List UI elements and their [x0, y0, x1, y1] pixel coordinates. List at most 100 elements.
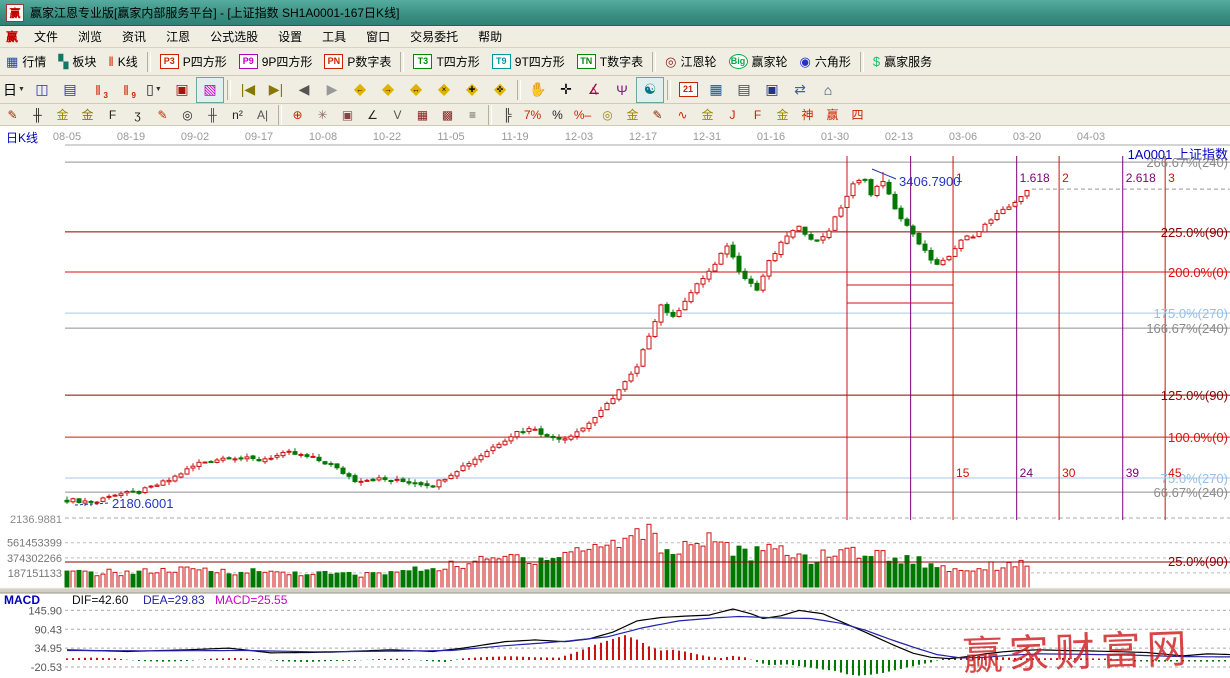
t-number-table-button[interactable]: TNT数字表 [571, 50, 649, 74]
gann-count-label: 30 [1062, 466, 1076, 480]
spiral-tool[interactable]: ʒ [125, 105, 150, 125]
gold-angle-tool[interactable]: 金 [695, 105, 720, 125]
single-candle-button[interactable]: ▯▼ [140, 77, 168, 103]
trend-angle-tool[interactable]: ∠ [360, 105, 385, 125]
parallel-lines-tool[interactable]: ≡ [460, 105, 485, 125]
gann-diamond-left-button[interactable]: ◆← [346, 77, 374, 103]
si-slant-tool[interactable]: 四 [845, 105, 870, 125]
info-board-button[interactable]: ▤ [56, 77, 84, 103]
notebook-button[interactable]: ▤ [730, 77, 758, 103]
ying-slant-tool[interactable]: 赢 [820, 105, 845, 125]
volume-bar [605, 545, 609, 588]
ninet-square-button[interactable]: T99T四方形 [486, 50, 571, 74]
column-scale-tool[interactable]: ╠ [495, 105, 520, 125]
color-chart-button[interactable]: ▧ [196, 77, 224, 103]
volume-axis-label: 374302266 [7, 553, 62, 565]
gann-diamond-horizontal-button[interactable]: ◆↔ [402, 77, 430, 103]
gold-circle-tool[interactable]: ◎ [595, 105, 620, 125]
gann-shape-tool-button[interactable]: Ψ [608, 77, 636, 103]
bars-9-button[interactable]: ‖9 [112, 77, 140, 103]
wave-tool[interactable]: ∿ [670, 105, 695, 125]
volume-bar [947, 572, 951, 588]
kline-period-button[interactable]: 日▼ [0, 77, 28, 103]
volume-bar [119, 576, 123, 588]
p-number-table-button[interactable]: PNP数字表 [318, 50, 397, 74]
gann-box-button[interactable]: ▣ [168, 77, 196, 103]
ink-marker-tool[interactable]: ✎ [645, 105, 670, 125]
title-bar[interactable]: 赢 赢家江恩专业版[赢家内部服务平台] - [上证指数 SH1A0001-167… [0, 0, 1230, 26]
menu-item-2[interactable]: 资讯 [112, 28, 156, 45]
red-target-tool[interactable]: ⊕ [285, 105, 310, 125]
gold-ruler1-tool[interactable]: 金 [50, 105, 75, 125]
menu-item-1[interactable]: 浏览 [68, 28, 112, 45]
compass-dial-tool[interactable]: ◎ [175, 105, 200, 125]
chart-canvas[interactable]: 08-0508-1909-0209-1710-0810-2211-0511-19… [0, 126, 1230, 678]
menu-item-0[interactable]: 文件 [24, 28, 68, 45]
star-target-tool[interactable]: ✳ [310, 105, 335, 125]
gann-diamond-cross-button[interactable]: ◆× [430, 77, 458, 103]
gann-diamond-star-button[interactable]: ◆✜ [486, 77, 514, 103]
gann-diamond-plus-button[interactable]: ◆✚ [458, 77, 486, 103]
candle-body [353, 476, 357, 482]
j-angle-tool[interactable]: J [720, 105, 745, 125]
quotes-button[interactable]: ▦行情 [0, 50, 52, 74]
percent-tool[interactable]: % [545, 105, 570, 125]
gann-wheel-button[interactable]: ◎江恩轮 [659, 50, 722, 74]
save-button[interactable]: ▣ [758, 77, 786, 103]
p-square-button[interactable]: P3P四方形 [154, 50, 233, 74]
marker-tool[interactable]: ✎ [150, 105, 175, 125]
next-button[interactable]: ▶ [318, 77, 346, 103]
box-target-tool[interactable]: ▣ [335, 105, 360, 125]
gold-ruler2-tool[interactable]: 金 [75, 105, 100, 125]
winner-wheel-button[interactable]: Big赢家轮 [723, 50, 794, 74]
prev-button[interactable]: ◀ [290, 77, 318, 103]
hexagon-button[interactable]: ◉六角形 [794, 50, 857, 74]
trend-chart-button[interactable]: ◫ [28, 77, 56, 103]
winner-service-button[interactable]: $赢家服务 [867, 50, 938, 74]
brush-tool[interactable]: ✎ [0, 105, 25, 125]
menu-item-9[interactable]: 帮助 [468, 28, 512, 45]
menu-item-7[interactable]: 窗口 [356, 28, 400, 45]
v-wave-tool[interactable]: V [385, 105, 410, 125]
candlestick-layer [65, 172, 1029, 506]
grid-tool[interactable]: ▦ [410, 105, 435, 125]
menu-item-8[interactable]: 交易委托 [400, 28, 468, 45]
ruler-tool[interactable]: ╫ [25, 105, 50, 125]
menu-item-6[interactable]: 工具 [312, 28, 356, 45]
crosshair-tool-button[interactable]: ✛ [552, 77, 580, 103]
volume-bar [935, 568, 939, 588]
gann-diamond-right-button[interactable]: ◆→ [374, 77, 402, 103]
gold-line-tool[interactable]: 金 [620, 105, 645, 125]
candle-body [833, 217, 837, 230]
plain-ruler-tool[interactable]: ╫ [200, 105, 225, 125]
n2-tool[interactable]: n² [225, 105, 250, 125]
f-angle-tool[interactable]: F [745, 105, 770, 125]
percent-slash-tool[interactable]: 7% [520, 105, 545, 125]
send-web-button[interactable]: ⇄ [786, 77, 814, 103]
menu-item-4[interactable]: 公式选股 [200, 28, 268, 45]
first-page-button[interactable]: |◀ [234, 77, 262, 103]
shen-slant-tool[interactable]: 神 [795, 105, 820, 125]
sectors-button[interactable]: ▚板块 [52, 50, 102, 74]
volume-bar [707, 533, 711, 588]
last-page-button[interactable]: ▶| [262, 77, 290, 103]
candle-body [791, 231, 795, 237]
percent-line-tool[interactable]: %– [570, 105, 595, 125]
hand-tool-button[interactable]: ✋ [524, 77, 552, 103]
bars-3-button[interactable]: ‖3 [84, 77, 112, 103]
mirror-a-tool[interactable]: A| [250, 105, 275, 125]
t-square-button[interactable]: T3T四方形 [407, 50, 485, 74]
gold-slant-tool[interactable]: 金 [770, 105, 795, 125]
brain-tool-button[interactable]: ☯ [636, 77, 664, 103]
calendar-button[interactable]: 21 [674, 77, 702, 103]
f-ruler-tool[interactable]: F [100, 105, 125, 125]
menu-item-3[interactable]: 江恩 [156, 28, 200, 45]
angle-measure-button[interactable]: ∡ [580, 77, 608, 103]
ninep-square-button[interactable]: P99P四方形 [233, 50, 319, 74]
kline-button[interactable]: ‖K线 [102, 50, 143, 74]
menu-item-5[interactable]: 设置 [268, 28, 312, 45]
grid2-tool[interactable]: ▩ [435, 105, 460, 125]
gold-line-tool-icon: 金 [626, 106, 638, 123]
remote-pc-button[interactable]: ⌂ [814, 77, 842, 103]
calculator-button[interactable]: ▦ [702, 77, 730, 103]
